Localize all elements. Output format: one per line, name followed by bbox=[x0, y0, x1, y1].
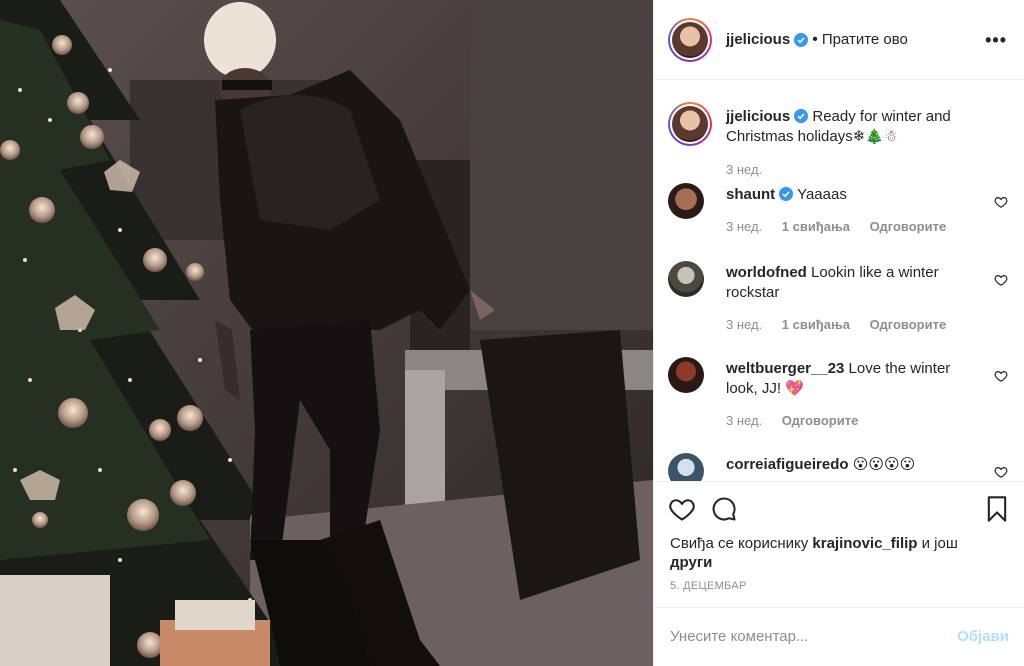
caption-avatar[interactable] bbox=[668, 102, 712, 146]
likes-prefix: Свиђа се кориснику bbox=[670, 535, 813, 552]
photo-icon bbox=[0, 0, 653, 666]
author-avatar-image bbox=[672, 21, 708, 58]
comment-likes[interactable]: 1 свиђања bbox=[782, 219, 850, 234]
comment-item: correiafigueiredo 😮😮😮😮 bbox=[668, 453, 1008, 481]
comment-item: weltbuerger__23 Love the winter look, JJ… bbox=[668, 357, 1008, 437]
like-comment-heart-icon[interactable] bbox=[994, 273, 1008, 287]
post-comment-button[interactable]: Објави bbox=[957, 628, 1009, 645]
caption-item: jjelicious Ready for winter and Christma… bbox=[668, 102, 1008, 182]
like-heart-icon[interactable] bbox=[668, 495, 696, 523]
like-comment-heart-icon[interactable] bbox=[994, 465, 1008, 479]
post-photo[interactable] bbox=[0, 0, 653, 666]
header-separator: • bbox=[812, 30, 818, 48]
comment-meta: 3 нед. Одговорите bbox=[726, 413, 874, 428]
comment-age: 3 нед. bbox=[726, 317, 763, 332]
post-sidebar: jjelicious • Пратите ово ••• jjelicious … bbox=[653, 0, 1024, 666]
verified-badge-icon bbox=[779, 187, 794, 201]
comment-text: correiafigueiredo 😮😮😮😮 bbox=[726, 455, 976, 475]
commenter-avatar[interactable] bbox=[668, 357, 704, 393]
comment-composer: Унесите коментар... Објави bbox=[654, 607, 1024, 666]
verified-badge-icon bbox=[794, 109, 809, 123]
comment-username[interactable]: shaunt bbox=[726, 186, 775, 203]
post-actions: Свиђа се кориснику krajinovic_filip и јо… bbox=[654, 481, 1024, 621]
bookmark-icon[interactable] bbox=[983, 495, 1011, 523]
comment-item: shaunt Yaaaas 3 нед. 1 свиђања Одговорит… bbox=[668, 183, 1008, 243]
likes-suffix: и још bbox=[917, 535, 958, 552]
comment-text: worldofned Lookin like a winter rockstar bbox=[726, 263, 976, 303]
comment-text: shaunt Yaaaas bbox=[726, 185, 976, 205]
reply-button[interactable]: Одговорите bbox=[870, 317, 947, 332]
comment-input[interactable]: Унесите коментар... bbox=[670, 628, 808, 645]
comment-age: 3 нед. bbox=[726, 413, 763, 428]
post-date: 5. ДЕЦЕМБАР bbox=[670, 580, 747, 592]
comment-username[interactable]: correiafigueiredo bbox=[726, 456, 849, 473]
commenter-avatar[interactable] bbox=[668, 453, 704, 481]
likes-more-link[interactable]: други bbox=[670, 554, 712, 571]
comment-likes[interactable]: 1 свиђања bbox=[782, 317, 850, 332]
likes-summary: Свиђа се кориснику krajinovic_filip и јо… bbox=[670, 534, 1000, 572]
comment-text: weltbuerger__23 Love the winter look, JJ… bbox=[726, 359, 976, 399]
caption-text: jjelicious Ready for winter and Christma… bbox=[726, 107, 976, 147]
comment-body: 😮😮😮😮 bbox=[848, 456, 916, 473]
author-username[interactable]: jjelicious bbox=[726, 31, 790, 48]
comment-username[interactable]: weltbuerger__23 bbox=[726, 360, 844, 377]
comment-meta: 3 нед. 1 свиђања Одговорите bbox=[726, 317, 962, 332]
like-comment-heart-icon[interactable] bbox=[994, 369, 1008, 383]
caption-meta: 3 нед. bbox=[726, 162, 778, 177]
comment-bubble-icon[interactable] bbox=[710, 495, 738, 523]
more-options-icon[interactable]: ••• bbox=[985, 30, 1007, 51]
instagram-post-modal: jjelicious • Пратите ово ••• jjelicious … bbox=[0, 0, 1024, 666]
follow-button[interactable]: Пратите ово bbox=[822, 31, 908, 48]
comments-list[interactable]: jjelicious Ready for winter and Christma… bbox=[654, 81, 1024, 481]
author-info: jjelicious • Пратите ово bbox=[726, 31, 908, 49]
reply-button[interactable]: Одговорите bbox=[782, 413, 859, 428]
comment-username[interactable]: worldofned bbox=[726, 264, 807, 281]
reply-button[interactable]: Одговорите bbox=[870, 219, 947, 234]
commenter-avatar[interactable] bbox=[668, 261, 704, 297]
caption-username[interactable]: jjelicious bbox=[726, 108, 790, 125]
liker-username[interactable]: krajinovic_filip bbox=[812, 535, 917, 552]
author-avatar[interactable] bbox=[668, 17, 712, 62]
caption-age: 3 нед. bbox=[726, 162, 763, 177]
commenter-avatar[interactable] bbox=[668, 183, 704, 219]
like-comment-heart-icon[interactable] bbox=[994, 195, 1008, 209]
verified-badge-icon bbox=[794, 32, 809, 47]
comment-meta: 3 нед. 1 свиђања Одговорите bbox=[726, 219, 962, 234]
comment-age: 3 нед. bbox=[726, 219, 763, 234]
comment-item: worldofned Lookin like a winter rockstar… bbox=[668, 261, 1008, 341]
comment-body: Yaaaas bbox=[793, 186, 847, 203]
post-header: jjelicious • Пратите ово ••• bbox=[654, 0, 1024, 80]
